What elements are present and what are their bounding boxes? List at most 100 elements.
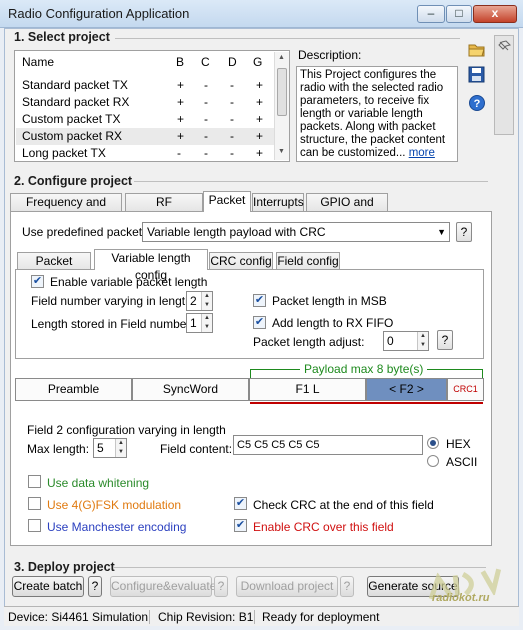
cell-c: -	[204, 146, 208, 160]
max-length-spinner[interactable]: 5 ▲ ▼	[93, 438, 127, 458]
tab-rf-parameters[interactable]: RF parameters	[125, 193, 203, 226]
open-folder-icon[interactable]	[468, 40, 486, 58]
cell-c: -	[204, 78, 208, 92]
column-header-b[interactable]: B	[176, 55, 184, 69]
packet-field-crc1[interactable]: CRC1	[447, 378, 484, 401]
add-length-rx-fifo-label: Add length to RX FIFO	[272, 316, 394, 330]
status-chip-revision: Chip Revision: B1	[158, 610, 254, 624]
predefined-help-button[interactable]: ?	[456, 222, 472, 242]
configure-evaluate-help-button[interactable]: ?	[214, 576, 228, 597]
close-button[interactable]: x	[473, 5, 517, 23]
hex-label: HEX	[446, 437, 471, 451]
chevron-down-icon[interactable]: ▼	[437, 223, 446, 241]
length-adjust-spinner[interactable]: 0 ▲ ▼	[383, 331, 429, 351]
max-length-value: 5	[97, 441, 104, 455]
cell-c: -	[204, 112, 208, 126]
maximize-button[interactable]: □	[446, 5, 472, 23]
scroll-up-icon[interactable]: ▲	[278, 54, 285, 61]
status-separator	[149, 610, 150, 624]
project-row-selected[interactable]: Custom packet RX + - - +	[16, 128, 274, 145]
download-project-help-button[interactable]: ?	[340, 576, 354, 597]
project-name: Standard packet RX	[22, 95, 130, 109]
scroll-thumb[interactable]	[277, 68, 287, 116]
section-deploy-title: 3. Deploy project	[14, 560, 115, 574]
add-length-rx-fifo-checkbox[interactable]: ✔	[253, 316, 266, 329]
column-header-c[interactable]: C	[201, 55, 210, 69]
save-icon[interactable]	[468, 66, 486, 84]
stored-in-field-spinner[interactable]: 1 ▲ ▼	[186, 313, 213, 333]
tab-gpio-frr[interactable]: GPIO and FRR	[306, 193, 388, 226]
packet-field-preamble[interactable]: Preamble	[15, 378, 132, 401]
hex-radio[interactable]	[427, 437, 439, 449]
check-crc-checkbox[interactable]: ✔	[234, 497, 247, 510]
tab-packet[interactable]: Packet	[203, 191, 251, 212]
ascii-radio[interactable]	[427, 455, 439, 467]
column-header-d[interactable]: D	[228, 55, 237, 69]
stored-in-field-label: Length stored in Field number:	[31, 317, 194, 331]
scroll-down-icon[interactable]: ▼	[278, 148, 285, 155]
length-adjust-help-button[interactable]: ?	[437, 330, 453, 350]
check-crc-label: Check CRC at the end of this field	[253, 498, 434, 512]
spinner-arrows-icon[interactable]: ▲ ▼	[115, 439, 126, 457]
create-batch-help-button[interactable]: ?	[88, 576, 102, 597]
project-row[interactable]: Standard packet RX + - - +	[16, 94, 274, 111]
predefined-packet-select[interactable]: Variable length payload with CRC ▼	[142, 222, 450, 242]
tab-interrupts[interactable]: Interrupts	[252, 193, 304, 212]
subtab-variable-length-config[interactable]: Variable length config	[94, 249, 208, 282]
watermark-text: radiokot.ru	[432, 592, 490, 604]
enable-crc-checkbox[interactable]: ✔	[234, 519, 247, 532]
project-row[interactable]: Standard packet TX + - - +	[16, 77, 274, 94]
project-name: Standard packet TX	[22, 78, 128, 92]
packet-field-f1-length[interactable]: F1 L	[249, 378, 366, 401]
side-toolbar: ?	[466, 40, 490, 130]
minimize-button[interactable]: –	[417, 5, 445, 23]
cell-g: +	[256, 78, 264, 92]
status-state: Ready for deployment	[262, 610, 380, 624]
field-number-spinner[interactable]: 2 ▲ ▼	[186, 291, 213, 311]
data-whitening-label: Use data whitening	[47, 476, 150, 490]
length-adjust-value: 0	[387, 334, 394, 348]
cell-b: +	[177, 112, 185, 126]
manchester-label: Use Manchester encoding	[47, 520, 187, 534]
description-box: This Project configures the radio with t…	[296, 66, 458, 162]
pin-icon[interactable]	[495, 38, 513, 56]
packet-field-syncword[interactable]: SyncWord	[132, 378, 249, 401]
svg-text:?: ?	[474, 98, 481, 110]
project-row[interactable]: Long packet TX - - - +	[16, 145, 274, 162]
packet-field-f2[interactable]: < F2 >	[366, 378, 447, 401]
project-name: Custom packet TX	[22, 112, 121, 126]
status-bar: Device: Si4461 Simulation Chip Revision:…	[4, 606, 519, 626]
more-link[interactable]: more	[409, 147, 435, 159]
project-name: Custom packet RX	[22, 129, 123, 143]
tab-frequency-power[interactable]: Frequency and power	[10, 193, 122, 226]
payload-max-label: Payload max 8 byte(s)	[300, 362, 428, 376]
spinner-arrows-icon[interactable]: ▲ ▼	[417, 332, 428, 350]
length-msb-checkbox[interactable]: ✔	[253, 294, 266, 307]
description-label: Description:	[298, 48, 362, 62]
cell-b: -	[177, 146, 181, 160]
column-header-g[interactable]: G	[253, 55, 262, 69]
data-whitening-checkbox[interactable]	[28, 475, 41, 488]
project-list[interactable]: Name B C D G Standard packet TX + - - + …	[14, 50, 290, 162]
help-icon[interactable]: ?	[468, 94, 486, 112]
description-text: This Project configures the radio with t…	[300, 69, 446, 159]
project-row[interactable]: Custom packet TX + - - +	[16, 111, 274, 128]
project-list-scrollbar[interactable]: ▲ ▼	[274, 52, 289, 160]
cell-d: -	[230, 95, 234, 109]
4gfsk-checkbox[interactable]	[28, 497, 41, 510]
predefined-packet-value: Variable length payload with CRC	[147, 225, 326, 239]
column-header-name[interactable]: Name	[22, 55, 54, 69]
spinner-arrows-icon[interactable]: ▲ ▼	[201, 292, 212, 310]
section-divider	[114, 567, 486, 568]
create-batch-button[interactable]: Create batch	[12, 576, 84, 597]
cell-d: -	[230, 146, 234, 160]
enable-variable-length-label: Enable variable packet length	[50, 275, 208, 289]
download-project-button[interactable]: Download project	[236, 576, 338, 597]
spinner-arrows-icon[interactable]: ▲ ▼	[201, 314, 212, 332]
side-splitter[interactable]	[494, 35, 514, 135]
field-content-input[interactable]: C5 C5 C5 C5 C5	[233, 435, 423, 455]
enable-variable-length-checkbox[interactable]: ✔	[31, 275, 44, 288]
manchester-checkbox[interactable]	[28, 519, 41, 532]
title-bar: Radio Configuration Application – □ x	[0, 0, 523, 28]
configure-evaluate-button[interactable]: Configure&evaluate	[110, 576, 216, 597]
